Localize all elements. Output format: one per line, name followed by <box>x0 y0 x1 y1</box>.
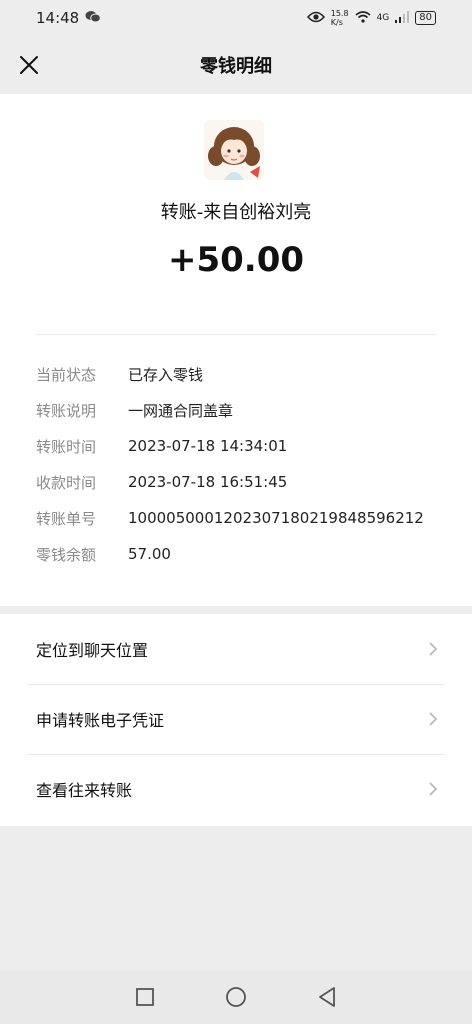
detail-label: 转账时间 <box>36 437 97 456</box>
close-icon <box>20 56 38 74</box>
transfer-card: 转账-来自创裕刘亮 +50.00 当前状态 已存入零钱 转账说明 一网通合同盖章… <box>0 94 472 606</box>
actions-card: 定位到聊天位置 申请转账电子凭证 查看往来转账 <box>0 614 472 826</box>
payer-label: 转账-来自创裕刘亮 <box>160 202 312 223</box>
detail-row-transfer-time: 转账时间 2023-07-18 14:34:01 <box>36 428 456 464</box>
status-time: 14:48 <box>36 9 80 27</box>
avatar[interactable] <box>204 120 264 180</box>
speed-unit: K/s <box>330 18 343 27</box>
status-left: 14:48 <box>36 9 102 27</box>
detail-value: 2023-07-18 16:51:45 <box>128 473 288 491</box>
detail-label: 零钱余额 <box>36 545 97 564</box>
action-label: 定位到聊天位置 <box>36 641 149 660</box>
detail-value: 一网通合同盖章 <box>128 401 234 420</box>
recent-apps-button[interactable] <box>131 983 159 1011</box>
chevron-right-icon <box>429 782 438 796</box>
battery-indicator: 80 <box>415 11 436 25</box>
detail-value: 1000050001202307180219848596212 <box>128 509 424 527</box>
chevron-right-icon <box>429 712 438 726</box>
detail-value: 57.00 <box>128 545 171 563</box>
square-icon <box>136 988 155 1006</box>
speed-value: 15.8 <box>330 9 349 18</box>
action-label: 申请转账电子凭证 <box>36 711 165 730</box>
page-title: 零钱明细 <box>200 56 272 77</box>
detail-label: 当前状态 <box>36 365 97 384</box>
detail-row-status: 当前状态 已存入零钱 <box>36 356 456 392</box>
detail-row-balance: 零钱余额 57.00 <box>36 536 456 572</box>
detail-row-receive-time: 收款时间 2023-07-18 16:51:45 <box>36 464 456 500</box>
transfer-details: 当前状态 已存入零钱 转账说明 一网通合同盖章 转账时间 2023-07-18 … <box>36 356 456 572</box>
detail-value: 已存入零钱 <box>128 365 204 384</box>
status-right: 15.8 K/s 4G 80 <box>306 9 436 27</box>
network-speed: 15.8 K/s <box>331 9 349 27</box>
close-button[interactable] <box>10 46 48 84</box>
action-label: 查看往来转账 <box>36 781 133 800</box>
detail-row-transfer-id: 转账单号 1000050001202307180219848596212 <box>36 500 456 536</box>
detail-label: 收款时间 <box>36 473 97 492</box>
locate-chat-button[interactable]: 定位到聊天位置 <box>0 614 472 684</box>
detail-label: 转账说明 <box>36 401 97 420</box>
detail-value: 2023-07-18 14:34:01 <box>128 437 288 455</box>
status-bar: 14:48 15.8 K/s 4G 80 <box>0 0 472 36</box>
divider <box>36 334 436 335</box>
home-button[interactable] <box>222 983 250 1011</box>
chevron-right-icon <box>429 642 438 656</box>
network-type: 4G <box>376 13 390 23</box>
navigation-bar: 零钱明细 <box>0 36 472 94</box>
eye-icon <box>306 11 325 26</box>
circle-icon <box>226 987 246 1007</box>
request-receipt-button[interactable]: 申请转账电子凭证 <box>0 684 472 754</box>
wifi-icon <box>355 10 371 26</box>
system-navigation-bar <box>0 970 472 1024</box>
detail-label: 转账单号 <box>36 509 97 528</box>
transfer-history-button[interactable]: 查看往来转账 <box>0 754 472 824</box>
triangle-back-icon <box>318 987 335 1007</box>
wechat-icon <box>85 9 102 27</box>
detail-row-note: 转账说明 一网通合同盖章 <box>36 392 456 428</box>
signal-icon <box>395 10 410 26</box>
transfer-amount: +50.00 <box>167 240 305 280</box>
back-button[interactable] <box>313 983 341 1011</box>
